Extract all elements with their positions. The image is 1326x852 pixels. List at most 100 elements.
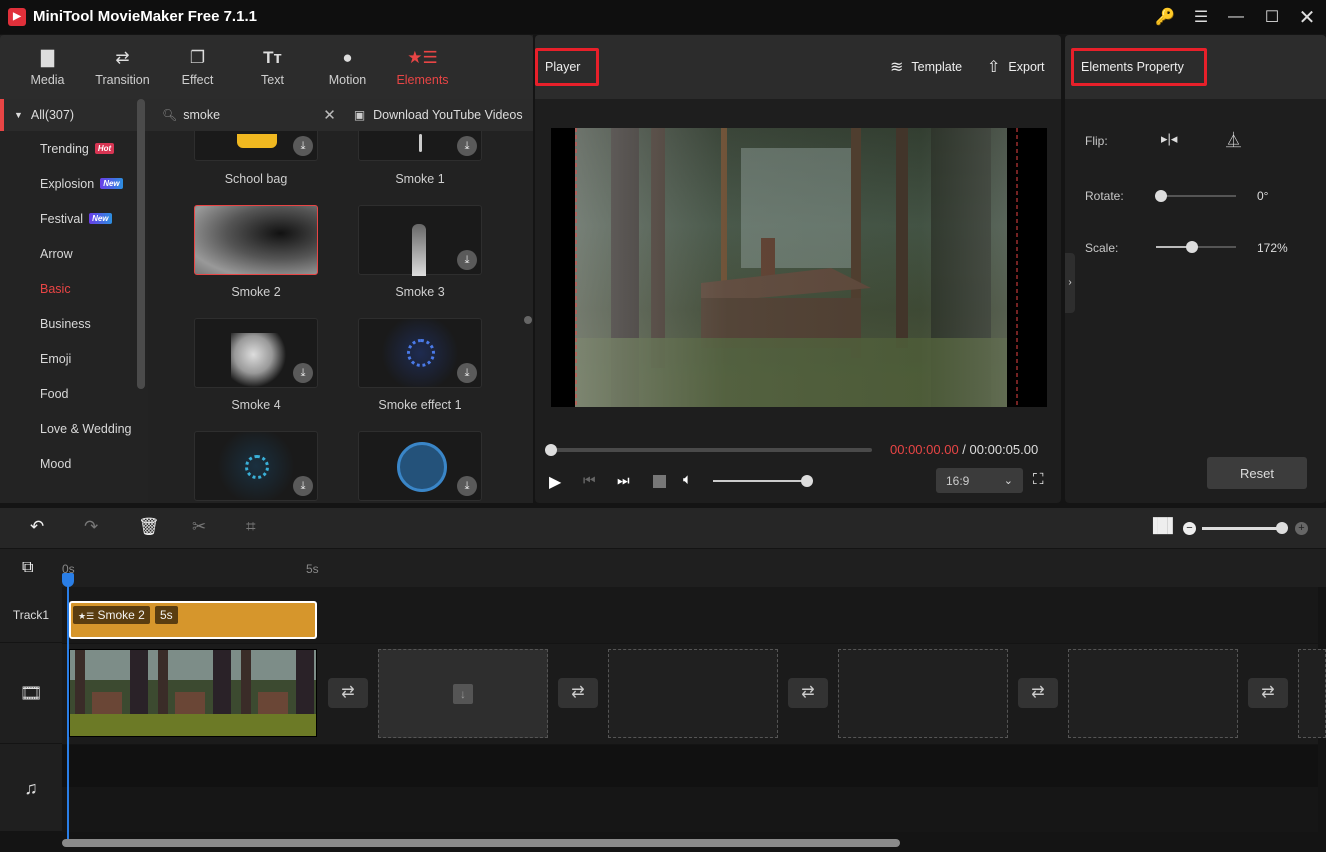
category-love-wedding[interactable]: Love & Wedding (0, 411, 148, 446)
thumbnail-frame-part (153, 714, 236, 736)
video-clip-forest[interactable] (69, 649, 317, 737)
crop-icon[interactable]: ⌗ (246, 517, 256, 537)
category-business[interactable]: Business (0, 306, 148, 341)
category-list: ▼ All(307) Trending Hot Explosion New Festi… (0, 99, 148, 503)
element-thumb-smoke-1[interactable]: ⤓ (358, 131, 482, 161)
video-preview[interactable] (551, 128, 1047, 407)
minimize-icon[interactable]: — (1224, 6, 1248, 28)
transition-slot-button[interactable]: ⇄ (1018, 678, 1058, 708)
download-icon[interactable]: ⤓ (457, 250, 477, 270)
playhead-line[interactable] (67, 573, 69, 843)
download-icon[interactable]: ⤓ (457, 476, 477, 496)
scale-knob[interactable] (1186, 241, 1198, 253)
flip-horizontal-icon[interactable]: ▸|◂ (1161, 131, 1177, 147)
aspect-ratio-select[interactable]: 16:9 ⌄ (936, 468, 1023, 493)
next-frame-icon[interactable]: ⏭ (617, 472, 630, 489)
collapse-panel-chevron-icon[interactable]: › (1065, 253, 1075, 313)
timeline-zoom-slider[interactable] (1202, 522, 1288, 534)
play-icon[interactable]: ▶ (549, 472, 561, 492)
zoom-in-icon[interactable]: + (1295, 522, 1308, 535)
template-button[interactable]: ≋ Template (890, 57, 962, 77)
transition-slot-button[interactable]: ⇄ (328, 678, 368, 708)
category-label: Food (40, 386, 69, 401)
timeline-zoom-knob[interactable] (1276, 522, 1288, 534)
previous-frame-icon[interactable]: ⏮ (583, 472, 596, 489)
tab-media[interactable]: ▇ Media (10, 35, 85, 99)
category-arrow[interactable]: Arrow (0, 236, 148, 271)
clear-search-icon[interactable]: ✕ (323, 106, 336, 124)
player-panel: Player ≋ Template ⇧ Export 00:00:00.00 /… (535, 35, 1061, 503)
element-thumb-smoke-effect-3[interactable]: ⤓ (358, 431, 482, 501)
drop-media-icon: ↓ (453, 684, 473, 704)
close-icon[interactable]: ✕ (1295, 6, 1319, 29)
element-thumb-smoke-4[interactable]: ⤓ (194, 318, 318, 388)
element-thumb-school-bag[interactable]: ⤓ (194, 131, 318, 161)
undo-icon[interactable]: ↶ (30, 517, 44, 537)
element-thumb-smoke-2[interactable] (194, 205, 318, 275)
category-scrollbar[interactable] (137, 99, 145, 389)
search-input[interactable] (183, 108, 314, 122)
volume-knob[interactable] (801, 475, 813, 487)
category-food[interactable]: Food (0, 376, 148, 411)
scale-slider[interactable] (1156, 241, 1236, 253)
download-icon[interactable]: ⤓ (293, 136, 313, 156)
export-button[interactable]: ⇧ Export (987, 57, 1045, 77)
playhead-handle[interactable] (62, 573, 74, 587)
timeline-ruler[interactable]: ⧉ 0s 5s (0, 549, 1326, 587)
rotate-knob[interactable] (1155, 190, 1167, 202)
transition-slot-button[interactable]: ⇄ (1248, 678, 1288, 708)
empty-clip-slot[interactable] (608, 649, 778, 738)
tab-text[interactable]: Tт Text (235, 35, 310, 99)
category-label: Love & Wedding (40, 421, 132, 436)
key-icon[interactable]: 🔑 (1153, 6, 1177, 28)
tab-effect[interactable]: ❐ Effect (160, 35, 235, 99)
empty-clip-slot[interactable]: ↓ (378, 649, 548, 738)
volume-slider[interactable] (713, 475, 813, 487)
redo-icon[interactable]: ↷ (84, 517, 98, 537)
playback-progress-bar[interactable] (545, 444, 872, 456)
empty-clip-slot[interactable] (838, 649, 1008, 738)
progress-knob[interactable] (545, 444, 557, 456)
panel-resize-handle[interactable] (524, 316, 532, 324)
category-mood[interactable]: Mood (0, 446, 148, 481)
stop-icon[interactable] (653, 475, 666, 488)
element-thumb-smoke-effect-2[interactable]: ⤓ (194, 431, 318, 501)
category-explosion[interactable]: Explosion New (0, 166, 148, 201)
tab-transition[interactable]: ⇄ Transition (85, 35, 160, 99)
tab-elements[interactable]: ★☰ Elements (385, 35, 460, 99)
download-youtube-link[interactable]: Download YouTube Videos (373, 108, 522, 122)
reset-button[interactable]: Reset (1207, 457, 1307, 489)
category-festival[interactable]: Festival New (0, 201, 148, 236)
menu-icon[interactable]: ☰ (1189, 6, 1213, 28)
category-label: Arrow (40, 246, 73, 261)
download-icon[interactable]: ⤓ (457, 363, 477, 383)
tab-motion[interactable]: ● Motion (310, 35, 385, 99)
empty-clip-slot[interactable] (1298, 649, 1326, 738)
timeline-horizontal-scrollbar[interactable] (62, 839, 900, 847)
element-thumb-smoke-effect-1[interactable]: ⤓ (358, 318, 482, 388)
fullscreen-icon[interactable]: ⛶ (1033, 471, 1044, 488)
delete-icon[interactable]: 🗑︎ (138, 517, 160, 537)
element-clip-smoke-2[interactable]: ★☰ Smoke 2 5s (69, 601, 317, 639)
transition-slot-button[interactable]: ⇄ (558, 678, 598, 708)
category-all[interactable]: ▼ All(307) (0, 99, 148, 131)
properties-title: Elements Property (1081, 60, 1184, 74)
add-track-icon[interactable]: ⧉ (22, 559, 33, 577)
category-basic[interactable]: Basic (0, 271, 148, 306)
download-icon[interactable]: ⤓ (293, 476, 313, 496)
rotate-slider[interactable] (1155, 190, 1236, 202)
flip-vertical-icon[interactable]: ⏅ (1226, 129, 1241, 150)
category-trending[interactable]: Trending Hot (0, 131, 148, 166)
download-icon[interactable]: ⤓ (457, 136, 477, 156)
split-scissors-icon[interactable]: ✂ (192, 517, 206, 537)
transition-slot-button[interactable]: ⇄ (788, 678, 828, 708)
maximize-icon[interactable]: ☐ (1260, 6, 1284, 28)
track-headers: Track1 🎞︎ ♫ (0, 587, 62, 832)
empty-clip-slot[interactable] (1068, 649, 1238, 738)
download-icon[interactable]: ⤓ (293, 363, 313, 383)
category-emoji[interactable]: Emoji (0, 341, 148, 376)
element-thumb-smoke-3[interactable]: ⤓ (358, 205, 482, 276)
zoom-out-icon[interactable]: − (1183, 522, 1196, 535)
volume-icon[interactable]: 🔈︎ (683, 471, 692, 488)
fit-timeline-icon[interactable]: ▐█▌ (1148, 517, 1178, 533)
